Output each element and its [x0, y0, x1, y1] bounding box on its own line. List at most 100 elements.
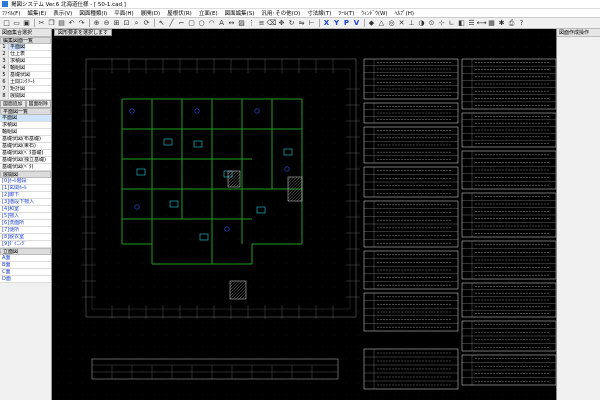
properties-icon[interactable]: ☰ [467, 19, 476, 28]
open-folder-icon[interactable]: ▭ [12, 19, 21, 28]
cad-drawing[interactable] [52, 29, 556, 400]
drawing-list-item[interactable]: 4 軸組図 [0, 65, 51, 72]
list-item[interactable]: 基礎伏図(ﾍﾞﾀ基礎) [0, 150, 51, 157]
grid-icon[interactable]: ⋮ [247, 19, 256, 28]
list-item[interactable]: [3]階段下物入 [0, 199, 51, 206]
list-item[interactable]: [6]洗面所 [0, 220, 51, 227]
list-item[interactable]: [2]廊下 [0, 192, 51, 199]
menu-item[interactable]: 屋根伏(R) [167, 9, 192, 17]
v-constraint-button[interactable]: V [352, 19, 361, 28]
ortho-icon[interactable]: ∟ [447, 19, 456, 28]
zoom-in-icon[interactable]: ⊕ [92, 19, 101, 28]
menu-item[interactable]: 展開(D) [141, 9, 161, 17]
p-constraint-button[interactable]: P [342, 19, 351, 28]
select-arrow-icon[interactable]: ↖ [157, 19, 166, 28]
cut-icon[interactable]: ✂ [37, 19, 46, 28]
circle-tool-icon[interactable]: ○ [197, 19, 206, 28]
y-constraint-button[interactable]: Y [332, 19, 341, 28]
area-icon[interactable]: ▦ [487, 19, 496, 28]
dimension-tool-icon[interactable]: ↔ [227, 19, 236, 28]
text-tool-icon[interactable]: A [217, 19, 226, 28]
list-item[interactable]: 基礎伏図(束石) [0, 143, 51, 150]
snap-grid-icon[interactable]: ⊹ [437, 19, 446, 28]
menu-item[interactable]: 編集(E) [27, 9, 46, 17]
layer-icon[interactable]: ≡ [257, 19, 266, 28]
drawing-list-item[interactable]: 8 展開図 [0, 93, 51, 100]
layer-color-icon[interactable]: ◧ [457, 19, 466, 28]
drawing-canvas[interactable]: 図形要素を選択します [52, 29, 600, 400]
snap-tangent-icon[interactable]: ◑ [417, 19, 426, 28]
paste-icon[interactable]: ▤ [57, 19, 66, 28]
snap-nearest-icon[interactable]: ⊙ [427, 19, 436, 28]
menu-item[interactable]: 立面(E) [199, 9, 218, 17]
rectangle-tool-icon[interactable]: ▢ [187, 19, 196, 28]
menu-item[interactable]: 図面編集(S) [225, 9, 255, 17]
measure-icon[interactable]: ⟷ [476, 19, 486, 28]
menu-item[interactable]: 寸法線(T) [307, 9, 331, 17]
menu-item[interactable]: 平面(H) [114, 9, 133, 17]
magnify-icon[interactable]: ⌕ [132, 19, 141, 28]
menu-item[interactable]: 汎用･その他(O) [261, 9, 300, 17]
snap-intersection-icon[interactable]: ✕ [397, 19, 406, 28]
stair-hatch [235, 288, 247, 300]
zoom-window-icon[interactable]: ⊡ [122, 19, 131, 28]
menu-item[interactable]: 表示(V) [53, 9, 72, 17]
list-item[interactable]: A面 [0, 255, 51, 262]
line-tool-icon[interactable]: ╱ [167, 19, 176, 28]
menu-item[interactable]: 図面種類(I) [79, 9, 107, 17]
list-item[interactable]: [8]脱衣室 [0, 234, 51, 241]
refresh-icon[interactable]: ⟳ [142, 19, 151, 28]
list-item[interactable]: [4]和室 [0, 206, 51, 213]
x-constraint-button[interactable]: X [322, 19, 331, 28]
list-item[interactable]: 基礎伏図(独立基礎) [0, 157, 51, 164]
drawing-list-item[interactable]: 3 求積図 [0, 58, 51, 65]
list-item[interactable]: 軸組図 [0, 129, 51, 136]
save-icon[interactable]: ▣ [22, 19, 31, 28]
list-item[interactable]: 平面図 [0, 115, 51, 122]
list-item[interactable]: [5]物入 [0, 213, 51, 220]
trim-icon[interactable]: ⊢ [307, 19, 316, 28]
drawing-list-item[interactable]: 2 仕上表 [0, 51, 51, 58]
list-item[interactable]: 基礎伏図(ﾍﾞﾀ) [0, 164, 51, 171]
symbol-icon[interactable]: ✱ [497, 19, 506, 28]
erase-icon[interactable]: ⌫ [267, 19, 277, 28]
list-item[interactable]: D面 [0, 276, 51, 283]
list-item[interactable]: 求積図 [0, 122, 51, 129]
move-icon[interactable]: ✥ [277, 19, 286, 28]
drawing-list-item[interactable]: 1 平面図 [0, 44, 51, 51]
snap-endpoint-icon[interactable]: ◆ [367, 19, 376, 28]
list-item[interactable]: C面 [0, 269, 51, 276]
list-item[interactable]: [0]ﾎｰﾙ階段 [0, 178, 51, 185]
rotate-icon[interactable]: ↻ [287, 19, 296, 28]
mirror-icon[interactable]: ⇋ [297, 19, 306, 28]
menu-item[interactable]: ﾂｰﾙ(T) [338, 9, 354, 17]
undo-icon[interactable]: ↶ [67, 19, 76, 28]
add-drawing-button[interactable]: 図面追加 [0, 100, 26, 108]
print-icon[interactable]: ⎙ [507, 19, 516, 28]
delete-drawing-button[interactable]: 図面削除 [25, 100, 51, 108]
snap-center-icon[interactable]: ◎ [387, 19, 396, 28]
list-item[interactable]: [1]玄関ﾎｰﾙ [0, 185, 51, 192]
list-item[interactable]: B面 [0, 262, 51, 269]
hatch-tool-icon[interactable]: ▨ [237, 19, 246, 28]
copy-icon[interactable]: ❐ [47, 19, 56, 28]
new-file-icon[interactable]: □ [2, 19, 11, 28]
list-item[interactable]: [9]ﾀﾞｲﾆﾝｸﾞ [0, 241, 51, 248]
arc-tool-icon[interactable]: ◠ [207, 19, 216, 28]
drawing-list-item[interactable]: 5 基礎伏図 [0, 72, 51, 79]
snap-perpendicular-icon[interactable]: ⊥ [407, 19, 416, 28]
drawing-set-select-label[interactable]: 図面集合選択 [0, 29, 51, 37]
polyline-tool-icon[interactable]: ⌐ [177, 19, 186, 28]
help-icon[interactable]: ? [517, 19, 526, 28]
snap-midpoint-icon[interactable]: △ [377, 19, 386, 28]
menu-item[interactable]: ﾌｧｲﾙ(F) [2, 9, 20, 17]
zoom-out-icon[interactable]: ⊖ [102, 19, 111, 28]
menu-item[interactable]: ｳｨﾝﾄﾞｳ(W) [361, 9, 387, 17]
drawing-list-item[interactable]: 7 矩計図 [0, 86, 51, 93]
list-item[interactable]: [7]便所 [0, 227, 51, 234]
redo-icon[interactable]: ↷ [77, 19, 86, 28]
menu-item[interactable]: ﾍﾙﾌﾟ(H) [395, 9, 414, 17]
list-item[interactable]: 基礎伏図(布基礎) [0, 136, 51, 143]
drawing-list-item[interactable]: 6 土間ｺﾝｸﾘｰﾄ [0, 79, 51, 86]
zoom-fit-icon[interactable]: ⊞ [112, 19, 121, 28]
